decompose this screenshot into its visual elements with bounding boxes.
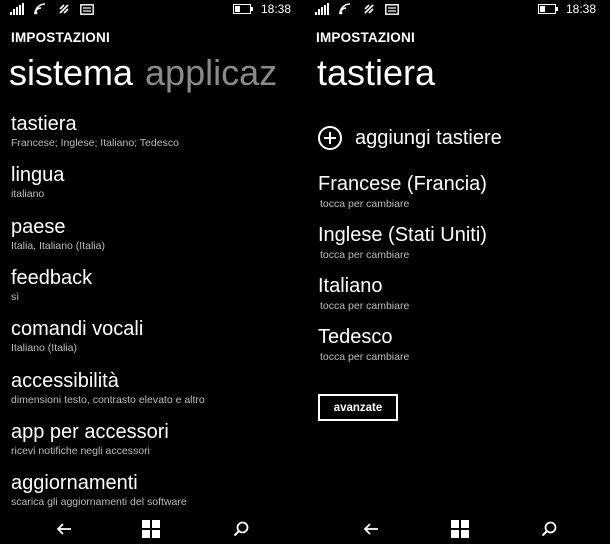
data-sense-icon xyxy=(364,4,374,14)
advanced-button[interactable]: avanzate xyxy=(318,394,398,421)
message-icon xyxy=(80,3,94,15)
setting-label: feedback xyxy=(11,267,93,289)
status-bar: 18:38 xyxy=(305,0,610,20)
wifi-icon xyxy=(34,3,46,15)
setting-label: lingua xyxy=(11,164,65,186)
page-title: tastiera xyxy=(317,52,436,93)
setting-sub: sì xyxy=(11,291,20,303)
search-icon[interactable] xyxy=(541,521,557,537)
pivot-item-sistema[interactable]: sistema xyxy=(9,52,133,93)
keyboard-item-italiano[interactable]: Italiano tocca per cambiare xyxy=(318,275,409,312)
battery-icon xyxy=(537,4,558,14)
data-sense-icon xyxy=(59,4,69,14)
battery-icon xyxy=(232,4,253,14)
keyboard-item-francese[interactable]: Francese (Francia) tocca per cambiare xyxy=(318,173,487,210)
keyboard-item-tedesco[interactable]: Tedesco tocca per cambiare xyxy=(318,326,409,363)
clock: 18:38 xyxy=(260,2,291,16)
setting-sub: ricevi notifiche negli accessori xyxy=(11,445,150,457)
message-icon xyxy=(385,3,399,15)
add-keyboards-button[interactable]: aggiungi tastiere xyxy=(318,126,502,150)
setting-item-accessibilita[interactable]: accessibilità dimensioni testo, contrast… xyxy=(11,370,205,406)
windows-icon[interactable] xyxy=(451,520,469,538)
wifi-icon xyxy=(339,3,351,15)
keyboard-item-inglese[interactable]: Inglese (Stati Uniti) tocca per cambiare xyxy=(318,224,487,261)
setting-item-feedback[interactable]: feedback sì xyxy=(11,267,92,303)
setting-sub: Francese; Inglese; Italiano; Tedesco xyxy=(11,137,179,149)
navigation-bar xyxy=(305,514,610,544)
keyboard-sub: tocca per cambiare xyxy=(320,198,410,210)
keyboard-label: Italiano xyxy=(318,275,383,297)
add-keyboards-label: aggiungi tastiere xyxy=(355,126,502,149)
setting-item-paese[interactable]: paese Italia, Italiano (Italia) xyxy=(11,216,105,252)
setting-sub: scarica gli aggiornamenti del software xyxy=(11,496,187,508)
signal-icon xyxy=(10,3,24,15)
setting-sub: Italiano (Italia) xyxy=(11,342,77,354)
setting-sub: dimensioni testo, contrasto elevato e al… xyxy=(11,394,205,406)
setting-item-comandi-vocali[interactable]: comandi vocali Italiano (Italia) xyxy=(11,318,143,354)
pivot-header: sistema applicaz xyxy=(9,52,277,94)
keyboard-settings-screen: 18:38 IMPOSTAZIONI tastiera xyxy=(305,0,610,544)
section-title: IMPOSTAZIONI xyxy=(11,30,110,45)
setting-sub: italiano xyxy=(11,188,45,200)
setting-item-lingua[interactable]: lingua italiano xyxy=(11,164,64,200)
keyboard-sub: tocca per cambiare xyxy=(320,351,410,363)
windows-icon[interactable] xyxy=(142,520,160,538)
search-icon[interactable] xyxy=(233,521,249,537)
setting-item-aggiornamenti[interactable]: aggiornamenti scarica gli aggiornamenti … xyxy=(11,472,187,508)
setting-label: accessibilità xyxy=(11,370,119,392)
signal-icon xyxy=(315,3,329,15)
section-title: IMPOSTAZIONI xyxy=(316,30,415,45)
setting-sub: Italia, Italiano (Italia) xyxy=(11,240,105,252)
setting-label: comandi vocali xyxy=(11,318,144,340)
settings-system-screen: 18:38 IMPOSTAZIONI sistema applicaz tasti… xyxy=(0,0,305,544)
setting-label: app per accessori xyxy=(11,421,169,443)
setting-label: aggiornamenti xyxy=(11,472,138,494)
back-icon[interactable] xyxy=(363,522,379,536)
keyboard-label: Inglese (Stati Uniti) xyxy=(318,224,487,246)
back-icon[interactable] xyxy=(56,522,72,536)
add-icon xyxy=(318,126,342,150)
navigation-bar xyxy=(0,514,305,544)
status-bar: 18:38 xyxy=(0,0,305,20)
keyboard-label: Tedesco xyxy=(318,326,393,348)
clock: 18:38 xyxy=(565,2,596,16)
setting-label: tastiera xyxy=(11,113,77,135)
setting-item-app-per-accessori[interactable]: app per accessori ricevi notifiche negli… xyxy=(11,421,169,457)
keyboard-label: Francese (Francia) xyxy=(318,173,487,195)
keyboard-sub: tocca per cambiare xyxy=(320,249,410,261)
setting-label: paese xyxy=(11,216,66,238)
pivot-item-applicazioni[interactable]: applicaz xyxy=(145,52,277,93)
keyboard-sub: tocca per cambiare xyxy=(320,300,410,312)
setting-item-tastiera[interactable]: tastiera Francese; Inglese; Italiano; Te… xyxy=(11,113,179,149)
